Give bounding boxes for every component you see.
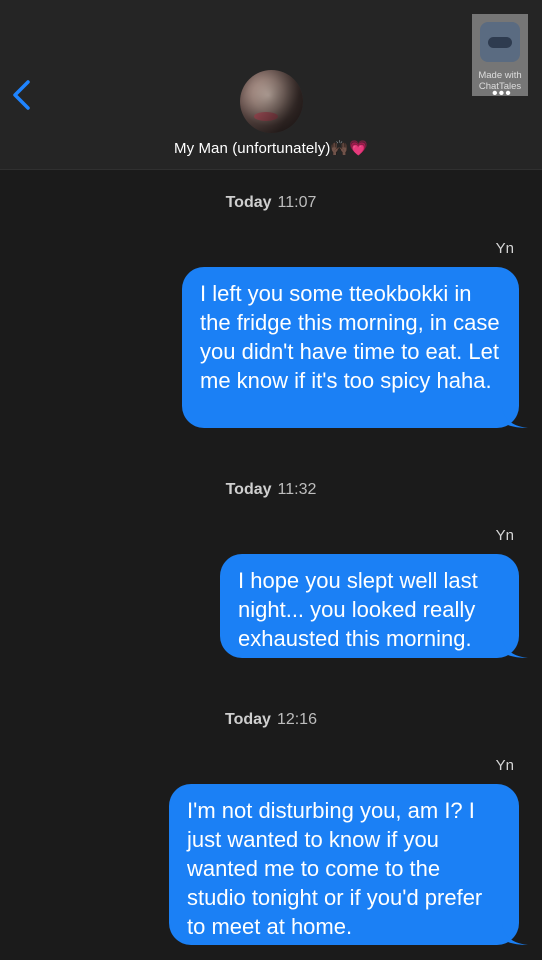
sender-label: Yn [495, 757, 514, 774]
watermark-line-1: Made with [478, 70, 522, 81]
message-bubble[interactable]: I'm not disturbing you, am I? I just wan… [169, 784, 528, 945]
timestamp-day: Today [225, 711, 271, 728]
avatar-photo-shade [240, 70, 303, 133]
chat-header: My Man (unfortunately)🙌🏿💗 Made with Chat… [0, 0, 542, 170]
message-text: I'm not disturbing you, am I? I just wan… [187, 798, 483, 939]
more-dots-icon[interactable]: ••• [492, 86, 524, 102]
timestamp-day: Today [225, 481, 272, 498]
chattales-logo-icon [480, 22, 520, 62]
message-text: I hope you slept well last night... you … [238, 568, 478, 651]
back-chevron-icon[interactable] [10, 78, 34, 112]
timestamp: Today 11:07 [0, 194, 542, 212]
sender-label: Yn [495, 240, 514, 257]
bubble-tail [502, 923, 528, 945]
timestamp-time: 11:32 [277, 481, 317, 498]
timestamp-time: 11:07 [277, 194, 317, 211]
bubble-tail [502, 406, 528, 428]
chattales-watermark: Made with ChatTales [472, 14, 528, 96]
timestamp-day: Today [225, 194, 272, 211]
contact-avatar[interactable] [240, 70, 303, 133]
message-bubble[interactable]: I hope you slept well last night... you … [220, 554, 528, 658]
timestamp: Today 11:32 [0, 481, 542, 499]
message-text: I left you some tteokbokki in the fridge… [200, 281, 500, 393]
sender-label: Yn [495, 527, 514, 544]
message-bubble[interactable]: I left you some tteokbokki in the fridge… [182, 267, 528, 428]
timestamp: Today 12:16 [0, 711, 542, 729]
bubble-tail [502, 636, 528, 658]
timestamp-time: 12:16 [276, 711, 317, 728]
contact-name[interactable]: My Man (unfortunately)🙌🏿💗 [0, 139, 542, 157]
